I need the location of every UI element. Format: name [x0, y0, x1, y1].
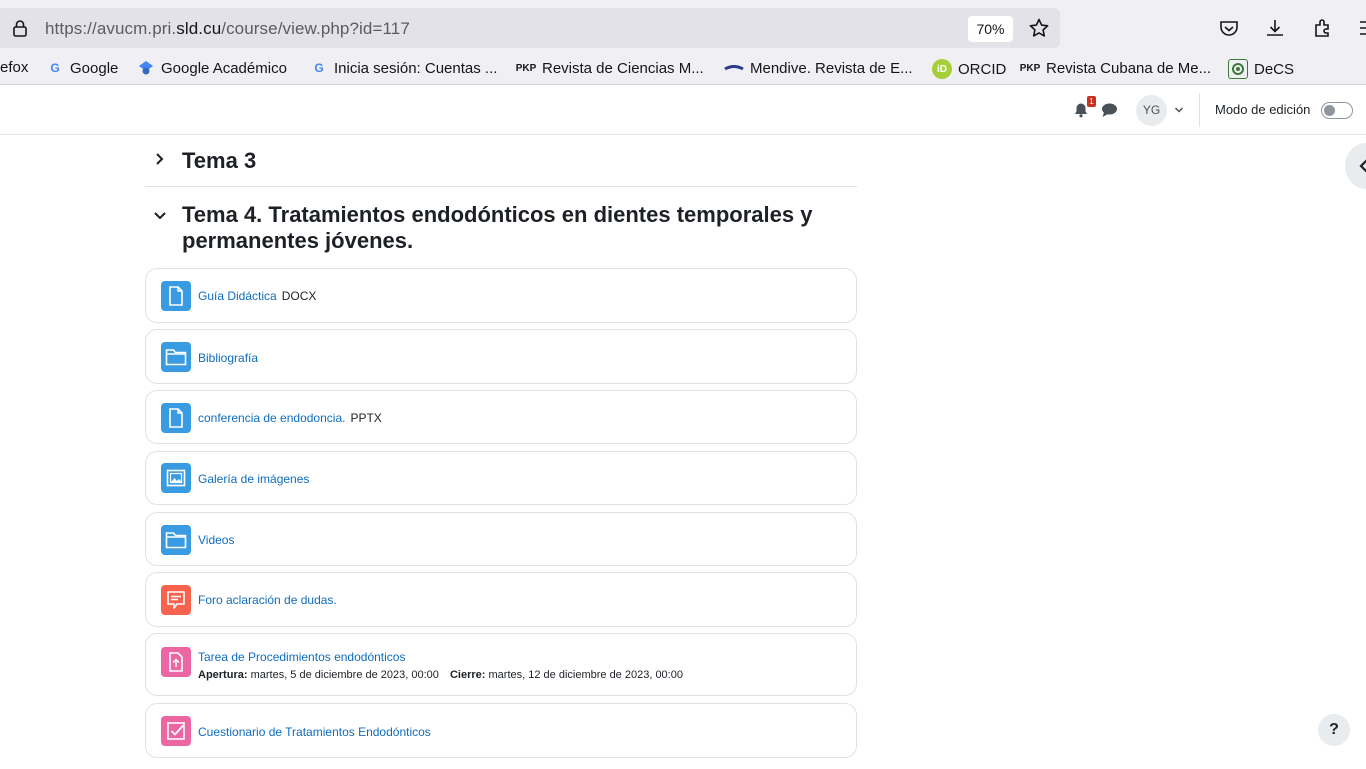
divider	[1199, 93, 1200, 127]
bookmark-label: Google Académico	[161, 59, 287, 77]
activity-conferencia: conferencia de endodoncia. PPTX	[145, 390, 857, 444]
orcid-icon: iD	[932, 59, 952, 79]
activity-cuestionario: Cuestionario de Tratamientos Endodóntico…	[145, 703, 857, 758]
zoom-level[interactable]: 70%	[968, 16, 1013, 42]
activity-videos: Videos	[145, 512, 857, 566]
google-icon: G	[50, 61, 60, 75]
section-title-line: permanentes jóvenes.	[182, 228, 414, 253]
activity-link[interactable]: Bibliografía	[198, 351, 258, 365]
mendive-icon	[724, 59, 744, 77]
activity-name[interactable]: Foro aclaración de dudas.	[198, 593, 337, 607]
activity-link[interactable]: Galería de imágenes	[198, 472, 309, 486]
activity-link[interactable]: Guía Didáctica DOCX	[198, 289, 316, 303]
activity-foro: Foro aclaración de dudas.	[145, 572, 857, 627]
file-icon	[161, 281, 191, 311]
open-date-label: Apertura:	[198, 669, 248, 681]
activity-type-badge: DOCX	[281, 289, 317, 303]
image-gallery-icon	[161, 463, 191, 493]
help-button[interactable]: ?	[1318, 714, 1350, 746]
activity-name[interactable]: Galería de imágenes	[198, 472, 309, 486]
bookmark-decs[interactable]: DeCS	[1228, 59, 1294, 79]
star-icon[interactable]	[1028, 17, 1050, 39]
bookmark-inicia-sesion[interactable]: G Inicia sesión: Cuentas ...	[310, 59, 497, 77]
forum-icon	[161, 585, 191, 615]
bookmark-google[interactable]: G Google	[46, 59, 118, 77]
extensions-icon[interactable]	[1312, 17, 1334, 39]
chevron-down-icon[interactable]	[1174, 106, 1184, 114]
bookmark-revista-cubana[interactable]: PKP Revista Cubana de Me...	[1020, 59, 1211, 77]
address-bar[interactable]: https://avucm.pri.sld.cu/course/view.php…	[0, 8, 1060, 48]
pocket-icon[interactable]	[1218, 17, 1240, 39]
activity-dates: Apertura: martes, 5 de diciembre de 2023…	[198, 669, 683, 681]
bookmark-revista-ciencias[interactable]: PKP Revista de Ciencias M...	[516, 59, 704, 77]
edit-mode-toggle[interactable]	[1321, 102, 1353, 119]
lock-icon[interactable]	[10, 18, 30, 38]
url-text[interactable]: https://avucm.pri.sld.cu/course/view.php…	[45, 19, 410, 39]
edit-mode-label: Modo de edición	[1215, 102, 1311, 117]
activity-galeria: Galería de imágenes	[145, 451, 857, 505]
close-date-value: martes, 12 de diciembre de 2023, 00:00	[488, 669, 683, 681]
menu-icon[interactable]	[1358, 17, 1366, 39]
section-title[interactable]: Tema 4. Tratamientos endodónticos en die…	[182, 202, 812, 254]
assignment-icon	[161, 647, 191, 677]
section-tema-4: Tema 4. Tratamientos endodónticos en die…	[145, 200, 857, 256]
folder-icon	[161, 525, 191, 555]
activity-name[interactable]: Videos	[198, 533, 234, 547]
google-icon: G	[314, 61, 324, 75]
bookmark-label: Inicia sesión: Cuentas ...	[334, 59, 498, 77]
activity-name[interactable]: Cuestionario de Tratamientos Endodóntico…	[198, 725, 431, 739]
bookmark-label: efox	[0, 59, 29, 76]
bookmark-google-academico[interactable]: Google Académico	[137, 59, 287, 77]
open-block-drawer-button[interactable]	[1345, 143, 1366, 189]
bookmark-firefox[interactable]: efox	[0, 59, 28, 76]
scholar-icon	[137, 59, 155, 77]
chat-icon[interactable]	[1101, 102, 1118, 118]
bookmark-label: Google	[70, 59, 119, 77]
activity-name[interactable]: Bibliografía	[198, 351, 258, 365]
chevron-right-icon[interactable]	[153, 152, 167, 166]
activity-link[interactable]: Videos	[198, 533, 234, 547]
section-title[interactable]: Tema 3	[182, 148, 256, 174]
download-icon[interactable]	[1264, 17, 1286, 39]
bookmark-label: Mendive. Revista de E...	[750, 59, 913, 77]
bookmark-label: Revista Cubana de Me...	[1046, 59, 1212, 77]
avatar[interactable]: YG	[1136, 95, 1167, 126]
chevron-left-icon	[1359, 159, 1366, 173]
pkp-icon: PKP	[1019, 62, 1041, 74]
close-date-label: Cierre:	[449, 669, 486, 681]
activity-type-badge: PPTX	[350, 411, 382, 425]
activity-guia-didactica: Guía Didáctica DOCX	[145, 268, 857, 323]
activity-link[interactable]: conferencia de endodoncia. PPTX	[198, 411, 382, 425]
section-divider	[145, 186, 857, 187]
quiz-icon	[161, 716, 191, 746]
chevron-down-icon[interactable]	[153, 209, 167, 223]
bookmark-label: Revista de Ciencias M...	[542, 59, 704, 77]
activity-link[interactable]: Tarea de Procedimientos endodónticos	[198, 650, 405, 664]
section-tema-3: Tema 3	[145, 145, 857, 181]
browser-toolbar: https://avucm.pri.sld.cu/course/view.php…	[0, 0, 1366, 48]
notification-badge: 1	[1087, 96, 1096, 107]
activity-tarea: Tarea de Procedimientos endodónticos Ape…	[145, 633, 857, 696]
bookmark-label: DeCS	[1254, 60, 1295, 78]
bookmark-mendive[interactable]: Mendive. Revista de E...	[724, 59, 913, 77]
bookmarks-bar: efox G Google Google Académico G Inicia …	[0, 48, 1366, 85]
activity-name[interactable]: Guía Didáctica	[198, 289, 277, 303]
decs-icon	[1228, 59, 1248, 79]
bookmark-orcid[interactable]: iD ORCID	[932, 59, 1006, 79]
open-date-value: martes, 5 de diciembre de 2023, 00:00	[250, 669, 439, 681]
site-navbar: 1 YG Modo de edición	[0, 85, 1366, 135]
activity-name[interactable]: conferencia de endodoncia.	[198, 411, 345, 425]
bookmark-label: ORCID	[958, 60, 1007, 78]
file-icon	[161, 403, 191, 433]
pkp-icon: PKP	[515, 62, 537, 74]
folder-icon	[161, 342, 191, 372]
activity-link[interactable]: Cuestionario de Tratamientos Endodóntico…	[198, 725, 431, 739]
section-title-line: Tema 4. Tratamientos endodónticos en die…	[182, 202, 813, 227]
activity-bibliografia: Bibliografía	[145, 329, 857, 384]
activity-name[interactable]: Tarea de Procedimientos endodónticos	[198, 650, 405, 664]
activity-link[interactable]: Foro aclaración de dudas.	[198, 593, 337, 607]
